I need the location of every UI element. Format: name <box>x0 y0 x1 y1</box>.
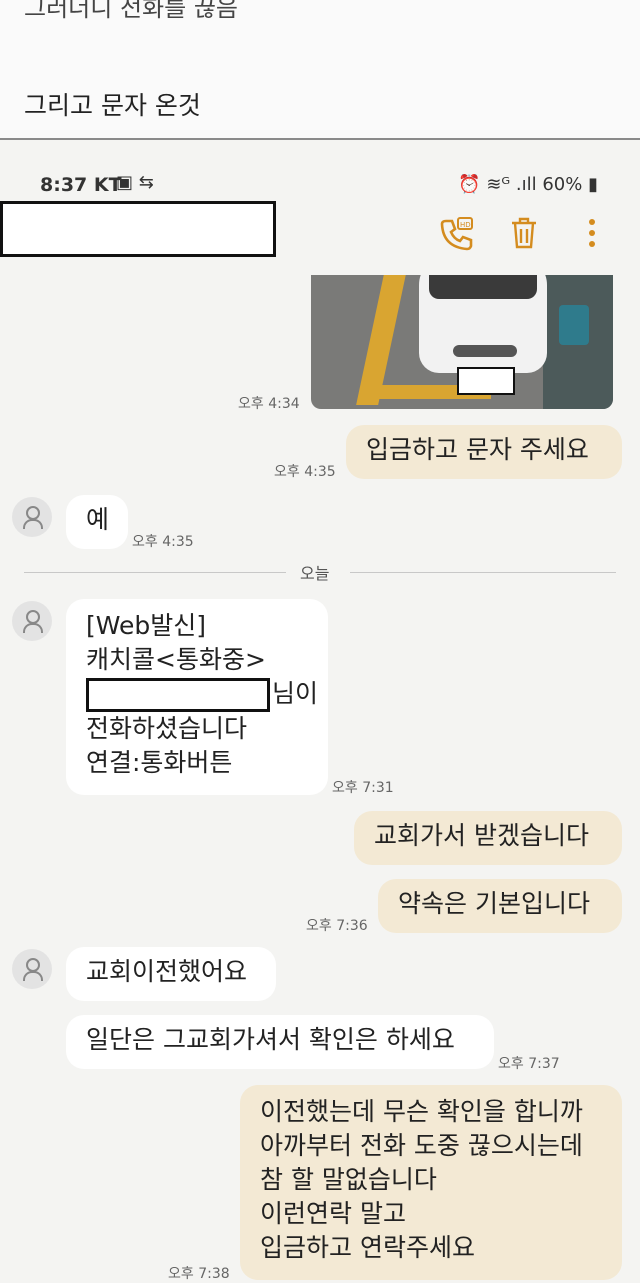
chat-thread[interactable]: 오후 4:34 입금하고 문자 주세요 오후 4:35 예 오후 4:35 오늘… <box>0 275 640 1282</box>
message-time: 오후 7:31 <box>332 780 394 796</box>
message-line: [Web발신] <box>86 611 207 640</box>
message-line: 참 할 말없습니다 <box>260 1165 437 1194</box>
message-line: 입금하고 연락주세요 <box>260 1233 475 1262</box>
caption-cut-text: 그러더니 전화를 끊음 <box>24 0 238 22</box>
date-divider-line <box>24 572 286 573</box>
date-divider-label: 오늘 <box>300 564 330 583</box>
photo-pipe <box>559 305 589 345</box>
avatar-icon[interactable] <box>12 949 52 989</box>
caption-text: 그리고 문자 온것 <box>24 91 201 120</box>
message-time: 오후 7:37 <box>498 1056 560 1072</box>
message-bubble-received[interactable]: 교회이전했어요 <box>66 947 276 1001</box>
message-bubble-sent[interactable]: 입금하고 문자 주세요 <box>346 425 622 479</box>
message-time: 오후 4:35 <box>274 464 336 480</box>
message-line: 님이 <box>86 677 318 712</box>
redacted-phone-number <box>86 678 270 712</box>
status-notification-icons: ▣ ⇆ <box>116 172 154 193</box>
date-divider-line <box>350 572 616 573</box>
message-bubble-received[interactable]: [Web발신] 캐치콜<통화중> 님이 전화하셨습니다 연결:통화버튼 <box>66 599 328 795</box>
message-bubble-sent[interactable]: 약속은 기본입니다 <box>378 879 622 933</box>
message-line: 이전했는데 무슨 확인을 합니까 <box>260 1097 583 1126</box>
caption-divider <box>0 138 640 140</box>
photo-car-grill <box>453 345 517 357</box>
message-bubble-sent[interactable]: 교회가서 받겠습니다 <box>354 811 622 865</box>
hd-call-icon[interactable]: HD <box>436 215 476 255</box>
message-time: 오후 7:36 <box>306 918 368 934</box>
trash-icon[interactable] <box>504 215 544 255</box>
photo-car-window <box>429 275 537 299</box>
message-time: 오후 4:34 <box>238 396 300 412</box>
photo-attachment[interactable] <box>311 275 613 409</box>
message-bubble-sent[interactable]: 이전했는데 무슨 확인을 합니까 아까부터 전화 도중 끊으시는데 참 할 말없… <box>240 1085 622 1280</box>
redacted-plate <box>457 367 515 395</box>
message-line: 전화하셨습니다 <box>86 714 248 743</box>
redacted-contact-name <box>0 201 276 257</box>
app-bar: HD <box>0 195 640 275</box>
message-line: 아까부터 전화 도중 끊으시는데 <box>260 1131 583 1160</box>
caption-area: 그러더니 전화를 끊음 그리고 문자 온것 <box>0 0 640 140</box>
more-vert-icon[interactable] <box>572 215 612 255</box>
message-bubble-received[interactable]: 일단은 그교회가셔서 확인은 하세요 <box>66 1015 494 1069</box>
message-time: 오후 7:38 <box>168 1266 230 1282</box>
message-line: 이런연락 말고 <box>260 1199 406 1228</box>
message-line: 캐치콜<통화중> <box>86 645 266 674</box>
message-line: 연결:통화버튼 <box>86 748 233 777</box>
message-bubble-received[interactable]: 예 <box>66 495 128 549</box>
svg-text:HD: HD <box>460 221 471 229</box>
message-time: 오후 4:35 <box>132 534 194 550</box>
avatar-icon[interactable] <box>12 601 52 641</box>
status-time: 8:37 KT <box>40 174 122 196</box>
status-right-icons: ⏰ ≋ᴳ .ıll 60% ▮ <box>458 174 598 195</box>
avatar-icon[interactable] <box>12 497 52 537</box>
